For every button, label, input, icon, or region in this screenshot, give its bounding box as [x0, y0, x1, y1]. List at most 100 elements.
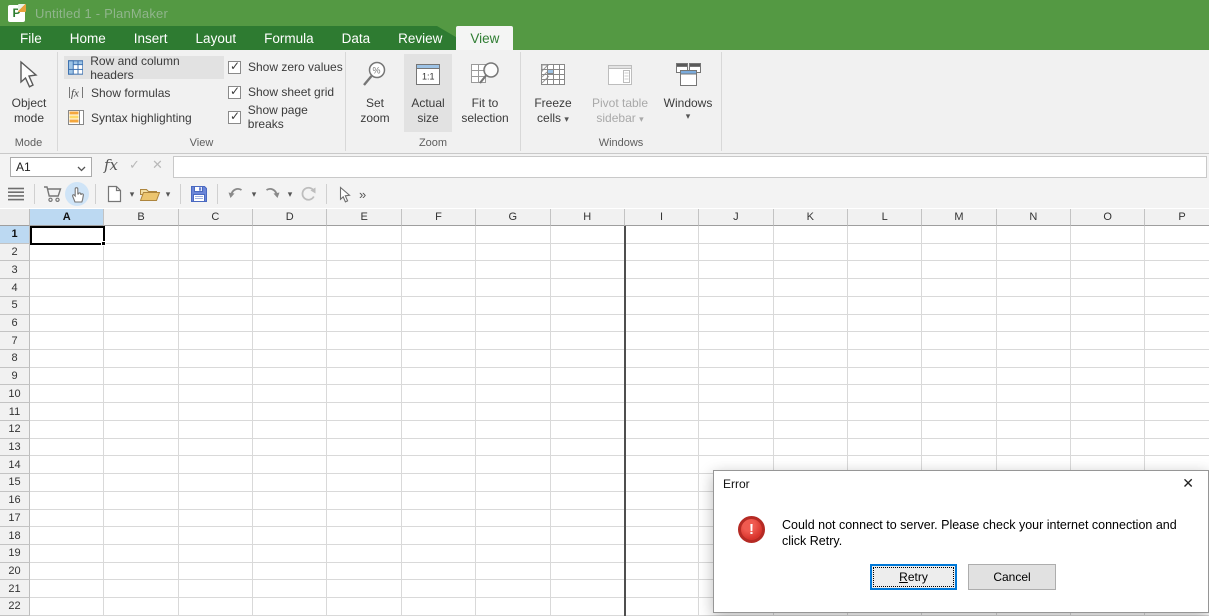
row-header-12[interactable]: 12 [0, 421, 30, 439]
cell-F3[interactable] [402, 261, 476, 279]
cell-M8[interactable] [922, 350, 996, 368]
cell-O12[interactable] [1071, 421, 1145, 439]
cell-G2[interactable] [476, 244, 550, 262]
cell-H22[interactable] [551, 598, 625, 616]
cell-N3[interactable] [997, 261, 1071, 279]
cell-A20[interactable] [30, 563, 104, 581]
cell-B22[interactable] [104, 598, 178, 616]
cell-D7[interactable] [253, 332, 327, 350]
column-header-P[interactable]: P [1145, 209, 1209, 226]
cell-K4[interactable] [774, 279, 848, 297]
cell-J7[interactable] [699, 332, 773, 350]
cell-N2[interactable] [997, 244, 1071, 262]
cell-N7[interactable] [997, 332, 1071, 350]
cell-O3[interactable] [1071, 261, 1145, 279]
cell-D15[interactable] [253, 474, 327, 492]
cell-D18[interactable] [253, 527, 327, 545]
cell-O2[interactable] [1071, 244, 1145, 262]
cell-N1[interactable] [997, 226, 1071, 244]
fit-to-selection-button[interactable]: Fit to selection [456, 54, 514, 132]
cell-I4[interactable] [625, 279, 699, 297]
cell-H18[interactable] [551, 527, 625, 545]
cell-J6[interactable] [699, 315, 773, 333]
cell-N11[interactable] [997, 403, 1071, 421]
cell-B14[interactable] [104, 456, 178, 474]
cell-B6[interactable] [104, 315, 178, 333]
confirm-entry-button[interactable]: ✓ [129, 157, 140, 173]
row-header-15[interactable]: 15 [0, 474, 30, 492]
cell-I13[interactable] [625, 439, 699, 457]
cell-J12[interactable] [699, 421, 773, 439]
cell-D1[interactable] [253, 226, 327, 244]
cell-H16[interactable] [551, 492, 625, 510]
cell-C2[interactable] [179, 244, 253, 262]
cell-P1[interactable] [1145, 226, 1209, 244]
cell-G20[interactable] [476, 563, 550, 581]
cell-N9[interactable] [997, 368, 1071, 386]
cell-M1[interactable] [922, 226, 996, 244]
tab-home[interactable]: Home [56, 26, 120, 50]
cell-I20[interactable] [625, 563, 699, 581]
cell-G6[interactable] [476, 315, 550, 333]
cell-L5[interactable] [848, 297, 922, 315]
cell-B12[interactable] [104, 421, 178, 439]
cell-F1[interactable] [402, 226, 476, 244]
cell-K6[interactable] [774, 315, 848, 333]
cell-H6[interactable] [551, 315, 625, 333]
cell-B11[interactable] [104, 403, 178, 421]
cell-J5[interactable] [699, 297, 773, 315]
cell-H2[interactable] [551, 244, 625, 262]
row-header-13[interactable]: 13 [0, 439, 30, 457]
cell-K5[interactable] [774, 297, 848, 315]
cell-G10[interactable] [476, 385, 550, 403]
cell-L11[interactable] [848, 403, 922, 421]
cell-A9[interactable] [30, 368, 104, 386]
tab-data[interactable]: Data [328, 26, 385, 50]
cell-J8[interactable] [699, 350, 773, 368]
column-header-N[interactable]: N [997, 209, 1071, 226]
column-header-K[interactable]: K [774, 209, 848, 226]
cell-D3[interactable] [253, 261, 327, 279]
cell-E5[interactable] [327, 297, 401, 315]
cell-P4[interactable] [1145, 279, 1209, 297]
new-document-dropdown[interactable]: ▾ [126, 189, 138, 200]
cell-K7[interactable] [774, 332, 848, 350]
cell-C1[interactable] [179, 226, 253, 244]
fill-handle[interactable] [101, 241, 106, 246]
cell-F5[interactable] [402, 297, 476, 315]
row-header-9[interactable]: 9 [0, 368, 30, 386]
cell-M5[interactable] [922, 297, 996, 315]
cell-A11[interactable] [30, 403, 104, 421]
cell-M2[interactable] [922, 244, 996, 262]
cell-I10[interactable] [625, 385, 699, 403]
cell-B13[interactable] [104, 439, 178, 457]
row-header-11[interactable]: 11 [0, 403, 30, 421]
cell-H17[interactable] [551, 510, 625, 528]
cell-F14[interactable] [402, 456, 476, 474]
row-header-22[interactable]: 22 [0, 598, 30, 616]
cell-H20[interactable] [551, 563, 625, 581]
row-header-18[interactable]: 18 [0, 527, 30, 545]
cell-P6[interactable] [1145, 315, 1209, 333]
show-zero-values-checkbox[interactable]: ✓ Show zero values [228, 58, 343, 76]
cell-F8[interactable] [402, 350, 476, 368]
cell-F9[interactable] [402, 368, 476, 386]
cell-M10[interactable] [922, 385, 996, 403]
show-page-breaks-checkbox[interactable]: ✓ Show page breaks [228, 108, 345, 126]
cell-D13[interactable] [253, 439, 327, 457]
cell-C8[interactable] [179, 350, 253, 368]
cell-L4[interactable] [848, 279, 922, 297]
cell-D5[interactable] [253, 297, 327, 315]
cell-N12[interactable] [997, 421, 1071, 439]
column-header-B[interactable]: B [104, 209, 178, 226]
cell-I22[interactable] [625, 598, 699, 616]
cell-C18[interactable] [179, 527, 253, 545]
column-header-I[interactable]: I [625, 209, 699, 226]
set-zoom-button[interactable]: % Set zoom [353, 54, 397, 132]
dialog-close-button[interactable]: ✕ [1182, 476, 1194, 490]
cell-I6[interactable] [625, 315, 699, 333]
cell-E17[interactable] [327, 510, 401, 528]
cell-K13[interactable] [774, 439, 848, 457]
cell-H13[interactable] [551, 439, 625, 457]
cell-O5[interactable] [1071, 297, 1145, 315]
